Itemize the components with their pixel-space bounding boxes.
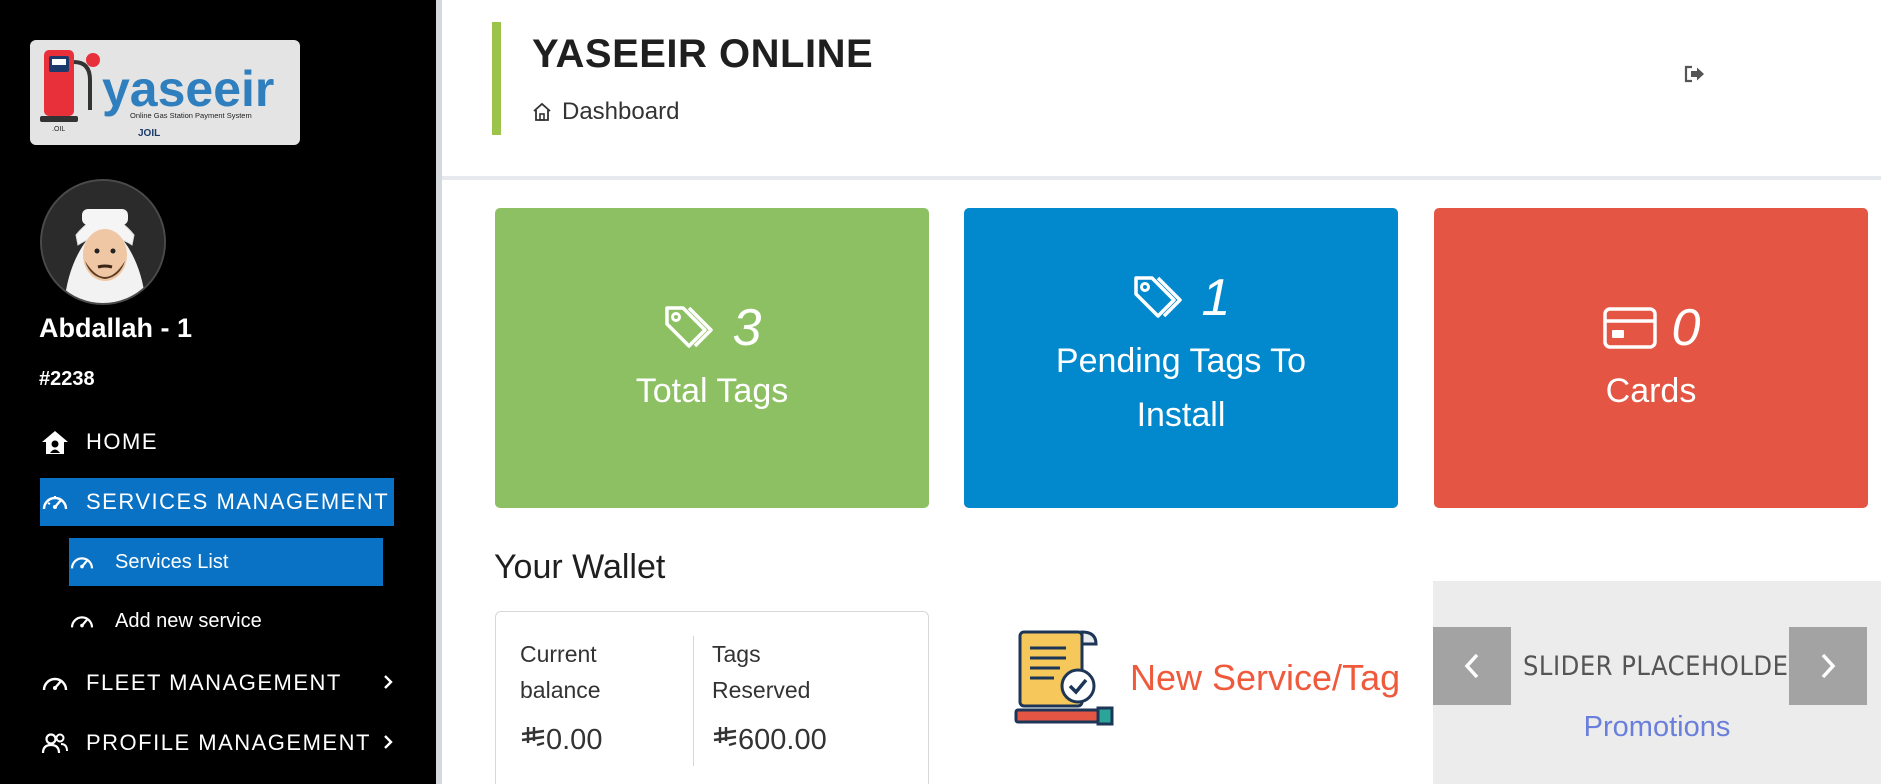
app-logo[interactable]: yaseeir Online Gas Station Payment Syste…	[30, 40, 300, 145]
stat-card-cards[interactable]: 0 Cards	[1434, 208, 1868, 508]
sidebar-subitem-add-new-service[interactable]: Add new service	[69, 597, 383, 645]
tags-icon	[1132, 270, 1188, 326]
current-balance-amount: 0.00	[520, 724, 602, 757]
slider-prev-button[interactable]	[1433, 627, 1511, 705]
home-outline-icon	[532, 101, 554, 123]
chevron-right-icon	[1821, 653, 1836, 679]
chevron-right-icon	[382, 671, 394, 697]
slider-next-button[interactable]	[1789, 627, 1867, 705]
logo-tagline: Online Gas Station Payment System	[130, 111, 252, 120]
breadcrumb[interactable]: Dashboard	[532, 98, 679, 126]
sidebar: yaseeir Online Gas Station Payment Syste…	[0, 0, 436, 784]
new-service-tag-button[interactable]: New Service/Tag	[1014, 628, 1400, 728]
logo-brand: JOIL	[138, 128, 160, 139]
stat-label: Cards	[1605, 372, 1697, 410]
logo-image: yaseeir Online Gas Station Payment Syste…	[40, 50, 274, 139]
stat-value: 1	[1201, 269, 1231, 327]
wallet-divider	[693, 636, 694, 766]
new-service-label: New Service/Tag	[1130, 657, 1401, 698]
logout-button[interactable]	[1683, 62, 1707, 86]
stat-value: 0	[1671, 299, 1701, 357]
gauge-icon	[40, 487, 70, 517]
tags-icon	[663, 300, 719, 356]
sidebar-item-label: HOME	[86, 429, 158, 454]
page-title: YASEEIR ONLINE	[532, 32, 874, 76]
stat-label: Pending Tags To Install	[1055, 342, 1307, 434]
wallet-title: Your Wallet	[494, 548, 666, 586]
sidebar-item-label: SERVICES MANAGEMENT	[86, 489, 390, 514]
chevron-right-icon	[382, 731, 394, 757]
gauge-icon	[40, 668, 70, 698]
logo-text: yaseeir	[102, 61, 274, 117]
sidebar-subitem-services-list[interactable]: Services List	[69, 538, 383, 586]
users-icon	[40, 728, 70, 758]
stat-card-pending-tags[interactable]: 1 Pending Tags To Install	[964, 208, 1398, 508]
document-check-icon	[1014, 628, 1114, 728]
sidebar-item-label: PROFILE MANAGEMENT	[86, 730, 371, 755]
header-accent-bar	[492, 22, 501, 135]
sidebar-item-profile-management[interactable]: PROFILE MANAGEMENT	[40, 719, 394, 767]
gauge-icon	[69, 549, 95, 575]
chevron-left-icon	[1464, 653, 1479, 679]
sidebar-item-home[interactable]: HOME	[40, 418, 394, 466]
stat-card-total-tags[interactable]: 3 Total Tags	[495, 208, 929, 508]
home-icon	[40, 427, 70, 457]
gauge-icon	[69, 608, 95, 634]
promotions-link[interactable]: Promotions	[1433, 711, 1881, 744]
riyal-icon	[712, 724, 738, 757]
sidebar-subitem-label: Add new service	[115, 609, 262, 632]
tags-reserved-value: 600.00	[738, 724, 827, 756]
slider-placeholder: SLIDER PLACEHOLDER	[1523, 651, 1806, 682]
current-balance-label: Current balance	[520, 641, 601, 703]
user-id: #2238	[39, 368, 95, 390]
sidebar-subitem-label: Services List	[115, 550, 229, 573]
riyal-icon	[520, 724, 546, 757]
page-header	[442, 0, 1881, 180]
current-balance-value: 0.00	[546, 724, 603, 756]
svg-text:.OIL: .OIL	[52, 126, 65, 133]
credit-card-icon	[1602, 300, 1658, 356]
tags-reserved-amount: 600.00	[712, 724, 827, 757]
sidebar-item-fleet-management[interactable]: FLEET MANAGEMENT	[40, 659, 394, 707]
avatar	[40, 179, 166, 305]
user-name: Abdallah - 1	[39, 313, 193, 343]
tags-reserved-label: Tags Reserved	[712, 641, 811, 703]
sidebar-item-label: FLEET MANAGEMENT	[86, 670, 342, 695]
stat-value: 3	[732, 299, 762, 357]
wallet-panel: Current balance Tags Reserved 0.00 600.0…	[495, 611, 929, 784]
stat-label: Total Tags	[635, 372, 789, 410]
promotions-slider: SLIDER PLACEHOLDER Promotions	[1433, 581, 1881, 784]
sign-out-icon	[1684, 65, 1704, 83]
sidebar-item-services-management[interactable]: SERVICES MANAGEMENT	[40, 478, 394, 526]
breadcrumb-label: Dashboard	[562, 98, 680, 125]
